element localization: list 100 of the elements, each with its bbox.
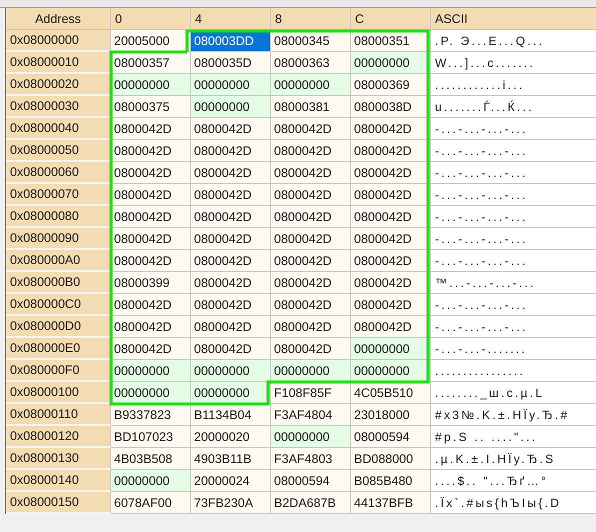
hex-cell[interactable]: F3AF4804 bbox=[271, 404, 351, 426]
hex-cell[interactable]: 0800042D bbox=[351, 228, 431, 250]
hex-cell[interactable]: 08000381 bbox=[271, 96, 351, 118]
hex-cell[interactable]: 0800042D bbox=[111, 118, 191, 140]
hex-cell[interactable]: 0800042D bbox=[111, 228, 191, 250]
hex-cell[interactable]: 08000594 bbox=[351, 426, 431, 448]
hex-cell[interactable]: 00000000 bbox=[111, 470, 191, 492]
hex-cell[interactable]: 00000000 bbox=[191, 382, 271, 404]
hex-cell[interactable]: 00000000 bbox=[111, 382, 191, 404]
hex-cell[interactable]: B2DA687B bbox=[271, 492, 351, 514]
address-cell: 0x080000D0 bbox=[6, 316, 111, 338]
hex-cell[interactable]: 00000000 bbox=[271, 74, 351, 96]
hex-cell[interactable]: 4B03B508 bbox=[111, 448, 191, 470]
hex-cell[interactable]: 0800042D bbox=[271, 316, 351, 338]
hex-cell[interactable]: 08000375 bbox=[111, 96, 191, 118]
hex-cell[interactable]: 00000000 bbox=[271, 426, 351, 448]
column-header[interactable]: 0 bbox=[111, 8, 191, 30]
column-header[interactable]: 8 bbox=[271, 8, 351, 30]
hex-cell[interactable]: 0800042D bbox=[351, 206, 431, 228]
ascii-cell: W...]...c....... bbox=[431, 52, 596, 74]
hex-cell[interactable]: B1134B04 bbox=[191, 404, 271, 426]
hex-cell[interactable]: 0800042D bbox=[191, 140, 271, 162]
hex-cell[interactable]: 0800042D bbox=[191, 162, 271, 184]
hex-cell[interactable]: 0800042D bbox=[351, 140, 431, 162]
hex-cell[interactable]: 08000399 bbox=[111, 272, 191, 294]
hex-cell[interactable]: 00000000 bbox=[351, 360, 431, 382]
hex-cell[interactable]: 44137BFB bbox=[351, 492, 431, 514]
hex-cell[interactable]: 0800042D bbox=[271, 206, 351, 228]
hex-cell[interactable]: 0800042D bbox=[271, 118, 351, 140]
hex-cell[interactable]: F3AF4803 bbox=[271, 448, 351, 470]
hex-cell[interactable]: 0800042D bbox=[351, 294, 431, 316]
hex-cell[interactable]: BD088000 bbox=[351, 448, 431, 470]
hex-cell[interactable]: 00000000 bbox=[111, 360, 191, 382]
hex-cell[interactable]: 0800042D bbox=[351, 184, 431, 206]
ascii-cell: -...-...-...-... bbox=[431, 316, 596, 338]
hex-cell[interactable]: 0800042D bbox=[351, 316, 431, 338]
hex-cell[interactable]: 0800042D bbox=[191, 184, 271, 206]
hex-cell[interactable]: 0800042D bbox=[271, 294, 351, 316]
column-header[interactable]: ASCII bbox=[431, 8, 596, 30]
hex-cell[interactable]: 08000363 bbox=[271, 52, 351, 74]
column-header[interactable]: 4 bbox=[191, 8, 271, 30]
ascii-cell: -...-...-...-... bbox=[431, 294, 596, 316]
hex-cell[interactable]: 0800042D bbox=[191, 338, 271, 360]
hex-cell[interactable]: BD107023 bbox=[111, 426, 191, 448]
hex-cell[interactable]: 0800042D bbox=[111, 338, 191, 360]
hex-cell[interactable]: 0800042D bbox=[271, 184, 351, 206]
hex-cell[interactable]: 6078AF00 bbox=[111, 492, 191, 514]
hex-cell[interactable]: 00000000 bbox=[191, 96, 271, 118]
hex-cell[interactable]: 0800042D bbox=[271, 140, 351, 162]
ascii-cell: .Їx`.#ыs{hЪIы{.D bbox=[431, 492, 596, 514]
hex-cell[interactable]: 0800042D bbox=[111, 316, 191, 338]
hex-cell[interactable]: 00000000 bbox=[111, 74, 191, 96]
hex-cell[interactable]: 20000020 bbox=[191, 426, 271, 448]
ascii-cell: ............i... bbox=[431, 74, 596, 96]
hex-cell[interactable]: 0800042D bbox=[111, 250, 191, 272]
ascii-cell: -...-...-...-... bbox=[431, 228, 596, 250]
hex-cell[interactable]: 00000000 bbox=[271, 360, 351, 382]
hex-cell[interactable]: 20005000 bbox=[111, 30, 191, 52]
hex-cell[interactable]: 4C05B510 bbox=[351, 382, 431, 404]
hex-cell[interactable]: 0800042D bbox=[191, 316, 271, 338]
ascii-cell: u.......Ѓ...Ќ... bbox=[431, 96, 596, 118]
hex-cell[interactable]: 0800042D bbox=[271, 272, 351, 294]
hex-cell[interactable]: 0800042D bbox=[191, 118, 271, 140]
hex-cell[interactable]: 0800042D bbox=[111, 162, 191, 184]
hex-cell[interactable]: 23018000 bbox=[351, 404, 431, 426]
hex-cell[interactable]: B085B480 bbox=[351, 470, 431, 492]
hex-cell[interactable]: 0800042D bbox=[191, 228, 271, 250]
hex-cell[interactable]: 0800042D bbox=[111, 294, 191, 316]
hex-cell[interactable]: 0800042D bbox=[191, 206, 271, 228]
hex-cell[interactable]: 0800035D bbox=[191, 52, 271, 74]
hex-cell[interactable]: 0800042D bbox=[351, 118, 431, 140]
hex-cell[interactable]: 00000000 bbox=[191, 74, 271, 96]
hex-cell[interactable]: 0800042D bbox=[271, 250, 351, 272]
hex-cell[interactable]: 08000369 bbox=[351, 74, 431, 96]
column-header[interactable]: C bbox=[351, 8, 431, 30]
hex-cell[interactable]: 00000000 bbox=[191, 360, 271, 382]
hex-cell[interactable]: 20000024 bbox=[191, 470, 271, 492]
hex-cell[interactable]: 0800042D bbox=[351, 162, 431, 184]
hex-cell[interactable]: 00000000 bbox=[351, 338, 431, 360]
hex-cell[interactable]: 4903B11B bbox=[191, 448, 271, 470]
hex-cell[interactable]: 0800042D bbox=[191, 250, 271, 272]
address-cell: 0x080000E0 bbox=[6, 338, 111, 360]
hex-cell[interactable]: 0800042D bbox=[351, 272, 431, 294]
hex-cell[interactable]: B9337823 bbox=[111, 404, 191, 426]
hex-cell[interactable]: 0800042D bbox=[351, 250, 431, 272]
hex-cell[interactable]: 0800042D bbox=[271, 162, 351, 184]
hex-cell[interactable]: 0800042D bbox=[111, 184, 191, 206]
hex-cell[interactable]: 00000000 bbox=[351, 52, 431, 74]
hex-cell[interactable]: 0800042D bbox=[111, 206, 191, 228]
hex-cell[interactable]: 0800042D bbox=[111, 140, 191, 162]
column-header[interactable]: Address bbox=[6, 8, 111, 30]
hex-cell[interactable]: 0800042D bbox=[271, 228, 351, 250]
hex-cell[interactable]: 73FB230A bbox=[191, 492, 271, 514]
hex-cell[interactable]: 0800042D bbox=[191, 294, 271, 316]
hex-cell[interactable]: F108F85F bbox=[271, 382, 351, 404]
hex-cell[interactable]: 0800042D bbox=[271, 338, 351, 360]
hex-cell[interactable]: 0800038D bbox=[351, 96, 431, 118]
hex-cell[interactable]: 0800042D bbox=[191, 272, 271, 294]
hex-cell[interactable]: 08000594 bbox=[271, 470, 351, 492]
ascii-cell: -...-...-...-... bbox=[431, 162, 596, 184]
